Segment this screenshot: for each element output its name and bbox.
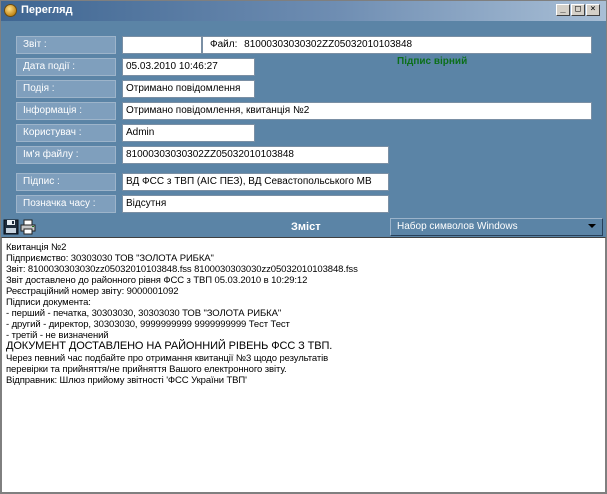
event-label: Подія : (16, 80, 116, 98)
event-field[interactable]: Отримано повідомлення (122, 80, 255, 98)
window-controls: _ □ × (555, 4, 600, 16)
charset-select[interactable]: Набор символов Windows (390, 218, 603, 236)
event-date-label: Дата події : (16, 58, 116, 76)
timestamp-label: Позначка часу : (16, 195, 116, 213)
viewer-window: Перегляд _ □ × Звіт : Файл: 810003030303… (0, 0, 607, 494)
user-label: Користувач : (16, 124, 116, 142)
close-button[interactable]: × (586, 4, 600, 16)
content-line: ДОКУМЕНТ ДОСТАВЛЕНО НА РАЙОННИЙ РІВЕНЬ Ф… (6, 340, 333, 352)
file-name-field[interactable]: 81000303030302ZZ05032010103848 (122, 146, 389, 164)
event-date-field[interactable]: 05.03.2010 10:46:27 (122, 58, 255, 76)
signature-field[interactable]: ВД ФСС з ТВП (АІС ПЕЗ), ВД Севастопольсь… (122, 173, 389, 191)
details-form: Звіт : Файл: 81000303030302ZZ05032010103… (1, 21, 606, 217)
file-label: Файл: (210, 39, 238, 50)
content-line: Відправник: Шлюз прийому звітності 'ФСС … (6, 375, 247, 386)
file-value: 81000303030302ZZ05032010103848 (244, 39, 413, 50)
info-label: Інформація : (16, 102, 116, 120)
content-line: Підписи документа: (6, 297, 91, 308)
content-line: Реєстраційний номер звіту: 9000001092 (6, 286, 179, 297)
info-field[interactable]: Отримано повідомлення, квитанція №2 (122, 102, 592, 120)
signature-label: Підпис : (16, 173, 116, 191)
window-title: Перегляд (21, 4, 73, 16)
receipt-content[interactable]: Квитанція №2 Підприємство: 30303030 ТОВ … (1, 237, 606, 493)
title-bar[interactable]: Перегляд _ □ × (1, 1, 606, 21)
file-name-label: Ім'я файлу : (16, 146, 116, 164)
report-label: Звіт : (16, 36, 116, 54)
report-field[interactable] (122, 36, 202, 54)
content-line: Підприємство: 30303030 ТОВ "ЗОЛОТА РИБКА… (6, 253, 214, 264)
content-toolbar: Зміст Набор символов Windows (1, 217, 606, 237)
timestamp-field[interactable]: Відсутня (122, 195, 389, 213)
maximize-button[interactable]: □ (571, 4, 585, 16)
file-field[interactable]: Файл: 81000303030302ZZ05032010103848 (202, 36, 592, 54)
save-icon[interactable] (3, 219, 19, 235)
signature-status: Підпис вірний (397, 56, 468, 67)
content-line: Квитанція №2 (6, 242, 67, 253)
content-line: - перший - печатка, 30303030, 30303030 Т… (6, 308, 282, 319)
content-line: - другий - директор, 30303030, 999999999… (6, 319, 290, 330)
contents-title: Зміст (291, 221, 321, 233)
content-line: Звіт: 8100030303030zz05032010103848.fss … (6, 264, 358, 275)
app-icon (4, 4, 17, 17)
content-line: Звіт доставлено до районного рівня ФСС з… (6, 275, 308, 286)
content-line: Через певний час подбайте про отримання … (6, 353, 329, 364)
minimize-button[interactable]: _ (556, 4, 570, 16)
chevron-down-icon[interactable] (588, 224, 596, 228)
print-icon[interactable] (20, 219, 36, 235)
user-field[interactable]: Admin (122, 124, 255, 142)
content-line: перевірки та прийняття/не прийняття Вашо… (6, 364, 287, 375)
charset-value: Набор символов Windows (397, 221, 518, 232)
